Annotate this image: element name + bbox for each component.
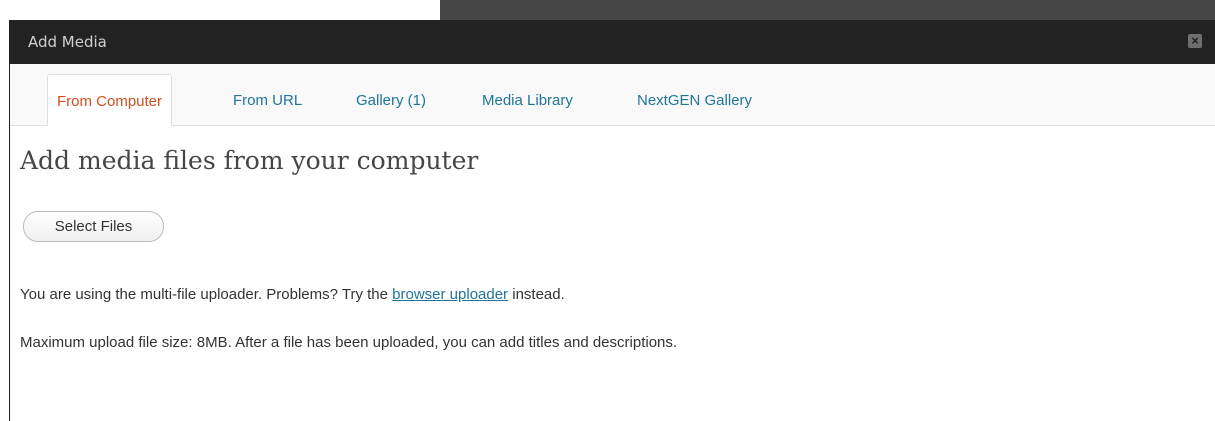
tab-from-computer[interactable]: From Computer (47, 74, 173, 126)
uploader-notice: You are using the multi-file uploader. P… (20, 286, 565, 304)
tab-nextgen-gallery[interactable]: NextGEN Gallery (637, 92, 752, 110)
uploader-notice-text: You are using the multi-file uploader. P… (20, 286, 393, 303)
add-media-dialog: Add Media × From Computer From URL Galle… (9, 20, 1215, 421)
uploader-notice-suffix: instead. (508, 286, 565, 303)
media-tabs: From Computer From URL Gallery (1) Media… (10, 64, 1215, 126)
page-title: Add media files from your computer (20, 146, 479, 175)
max-upload-size-notice: Maximum upload file size: 8MB. After a f… (20, 334, 678, 351)
dialog-title: Add Media (28, 33, 107, 51)
browser-uploader-link[interactable]: browser uploader (392, 286, 508, 303)
dialog-titlebar: Add Media × (10, 20, 1215, 64)
select-files-button[interactable]: Select Files (23, 211, 164, 242)
tab-gallery[interactable]: Gallery (1) (356, 92, 426, 110)
close-icon[interactable]: × (1188, 34, 1202, 48)
tab-from-url[interactable]: From URL (233, 92, 302, 110)
background-dark-area (440, 0, 1215, 20)
tab-media-library[interactable]: Media Library (482, 92, 573, 110)
background-strip (0, 0, 1215, 20)
